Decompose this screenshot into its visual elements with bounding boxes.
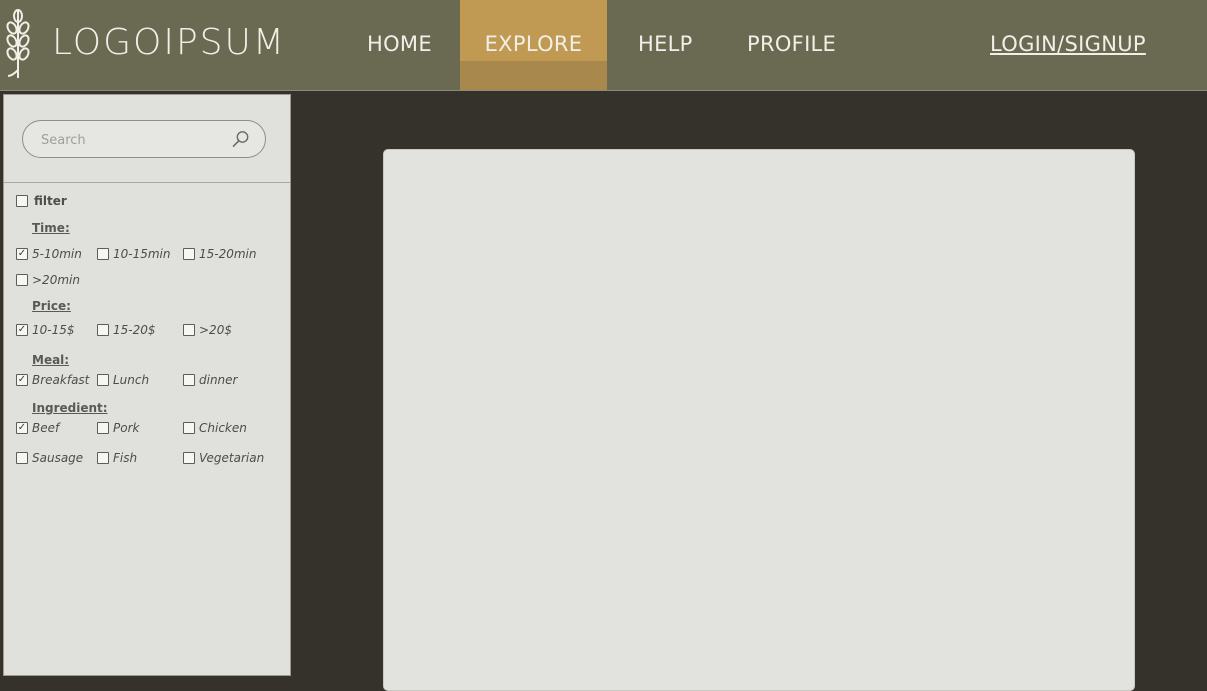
time-over-20-checkbox[interactable] bbox=[16, 274, 28, 286]
option-label: Lunch bbox=[113, 373, 150, 387]
logo-text: LOGOIPSUM bbox=[52, 22, 286, 63]
nav-home[interactable]: HOME bbox=[367, 0, 432, 90]
ingredient-pork-checkbox[interactable] bbox=[97, 422, 109, 434]
nav-help[interactable]: HELP bbox=[638, 0, 693, 90]
search-box bbox=[22, 120, 266, 158]
meal-breakfast-checkbox[interactable]: ✓ bbox=[16, 374, 28, 386]
ingredient-vegetarian-checkbox[interactable] bbox=[183, 452, 195, 464]
option-label: 10-15min bbox=[113, 247, 171, 261]
option-label: 5-10min bbox=[32, 247, 82, 261]
time-5-10-checkbox[interactable]: ✓ bbox=[16, 248, 28, 260]
option-label: Breakfast bbox=[32, 373, 90, 387]
option-label: Fish bbox=[113, 451, 138, 465]
meal-lunch-checkbox[interactable] bbox=[97, 374, 109, 386]
group-label-time: Time: bbox=[32, 221, 70, 235]
price-15-20-checkbox[interactable] bbox=[97, 324, 109, 336]
wheat-icon bbox=[6, 9, 30, 78]
filter-checkbox[interactable] bbox=[16, 195, 28, 207]
meal-dinner-checkbox[interactable] bbox=[183, 374, 195, 386]
option-label: Pork bbox=[113, 421, 140, 435]
logo[interactable]: LOGOIPSUM bbox=[4, 8, 284, 80]
content-panel bbox=[383, 149, 1135, 691]
option-label: >20$ bbox=[199, 323, 232, 337]
ingredient-beef-checkbox[interactable]: ✓ bbox=[16, 422, 28, 434]
option-label: 15-20$ bbox=[113, 323, 156, 337]
search-input[interactable] bbox=[39, 129, 223, 151]
search-icon[interactable] bbox=[232, 130, 250, 148]
group-label-price: Price: bbox=[32, 299, 71, 313]
filter-sidebar: filter Time: ✓ 5-10min 10-15min 15-20min… bbox=[3, 94, 291, 676]
group-label-meal: Meal: bbox=[32, 353, 70, 367]
option-label: Chicken bbox=[199, 421, 247, 435]
ingredient-sausage-checkbox[interactable] bbox=[16, 452, 28, 464]
price-10-15-checkbox[interactable]: ✓ bbox=[16, 324, 28, 336]
nav-explore[interactable]: EXPLORE bbox=[460, 0, 607, 90]
option-label: Vegetarian bbox=[199, 451, 265, 465]
filter-label: filter bbox=[34, 194, 67, 208]
time-15-20-checkbox[interactable] bbox=[183, 248, 195, 260]
login-signup-link[interactable]: LOGIN/SIGNUP bbox=[990, 0, 1146, 90]
nav-profile[interactable]: PROFILE bbox=[747, 0, 836, 90]
group-label-ingredient: Ingredient: bbox=[32, 401, 108, 415]
option-label: 10-15$ bbox=[32, 323, 75, 337]
option-label: >20min bbox=[32, 273, 80, 287]
option-label: Beef bbox=[32, 421, 60, 435]
option-label: 15-20min bbox=[199, 247, 257, 261]
time-10-15-checkbox[interactable] bbox=[97, 248, 109, 260]
price-over-20-checkbox[interactable] bbox=[183, 324, 195, 336]
option-label: Sausage bbox=[32, 451, 84, 465]
ingredient-chicken-checkbox[interactable] bbox=[183, 422, 195, 434]
top-navbar: LOGOIPSUM HOME EXPLORE HELP PROFILE LOGI… bbox=[0, 0, 1207, 91]
option-label: dinner bbox=[199, 373, 238, 387]
ingredient-fish-checkbox[interactable] bbox=[97, 452, 109, 464]
sidebar-divider bbox=[4, 182, 290, 183]
